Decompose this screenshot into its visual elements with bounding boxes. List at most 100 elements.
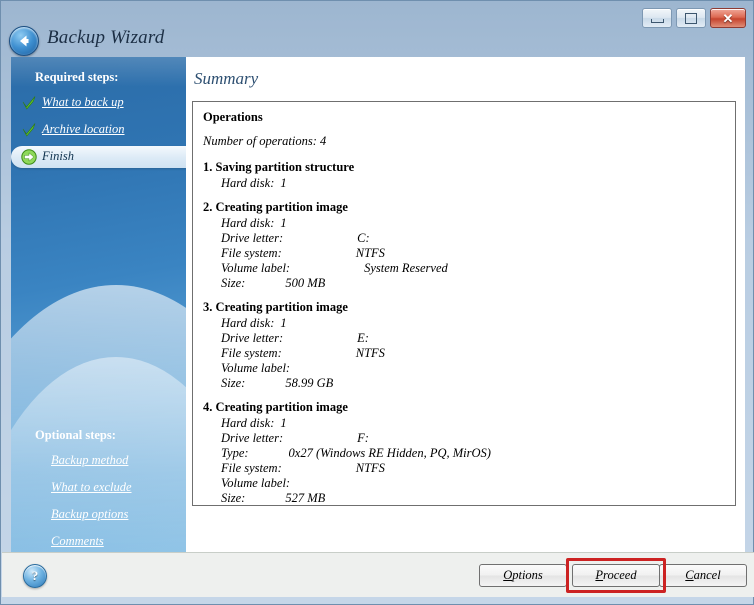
detail-value: F: xyxy=(357,431,369,445)
operation-detail-row: Type: 0x27 (Windows RE Hidden, PQ, MirOS) xyxy=(203,446,731,461)
sidebar-item-backup-method[interactable]: Backup method xyxy=(51,453,128,468)
cancel-accesskey: C xyxy=(685,568,694,582)
check-icon xyxy=(21,95,37,111)
wizard-sidebar: Required steps: What to back up Archive … xyxy=(11,57,186,552)
required-steps-heading: Required steps: xyxy=(35,70,119,84)
detail-value: NTFS xyxy=(355,346,385,360)
detail-value: 1 xyxy=(280,216,287,230)
detail-key: Volume label: xyxy=(221,261,291,275)
operation-detail-row: File system: NTFS xyxy=(203,461,731,476)
sidebar-item-backup-options[interactable]: Backup options xyxy=(51,507,128,522)
detail-key: Size: xyxy=(221,491,246,505)
page-title: Summary xyxy=(194,69,259,88)
operation-entry: 3. Creating partition image Hard disk: 1 Dr… xyxy=(203,300,731,391)
window-title: Backup Wizard xyxy=(47,27,165,48)
help-question-icon[interactable]: ? xyxy=(23,564,47,588)
detail-key: Hard disk: xyxy=(221,176,275,190)
options-accesskey: O xyxy=(503,568,513,582)
backup-wizard-window: Backup Wizard ✕ Required steps: What to … xyxy=(0,0,754,605)
green-arrow-icon xyxy=(21,149,37,165)
help-glyph: ? xyxy=(31,568,39,583)
title-bar: Backup Wizard ✕ xyxy=(1,1,753,56)
operation-detail-row: Size: 527 MB xyxy=(203,491,731,505)
detail-key: File system: xyxy=(221,246,282,260)
sidebar-item-label: What to back up xyxy=(42,95,124,109)
sidebar-item-comments[interactable]: Comments xyxy=(51,534,104,549)
operation-detail-row: Size: 58.99 GB xyxy=(203,376,731,391)
operation-entry: 1. Saving partition structure Hard disk: 1 xyxy=(203,160,731,191)
operation-detail-row: File system: NTFS xyxy=(203,246,731,261)
cancel-button[interactable]: Cancel xyxy=(659,564,747,587)
detail-value: System Reserved xyxy=(364,261,448,275)
operation-detail-row: File system: NTFS xyxy=(203,346,731,361)
operation-title: 4. Creating partition image xyxy=(203,400,348,414)
operation-detail-row: Hard disk: 1 xyxy=(203,416,731,431)
detail-key: Size: xyxy=(221,376,246,390)
operations-list: 1. Saving partition structure Hard disk: 1… xyxy=(203,160,731,505)
detail-key: Volume label: xyxy=(221,361,291,375)
detail-key: Hard disk: xyxy=(221,316,275,330)
detail-value: 500 MB xyxy=(285,276,326,290)
detail-value: 1 xyxy=(280,416,287,430)
operation-detail-row: Drive letter: F: xyxy=(203,431,731,446)
operation-detail-row: Drive letter: E: xyxy=(203,331,731,346)
sidebar-item-what-to-exclude[interactable]: What to exclude xyxy=(51,480,132,495)
detail-key: Drive letter: xyxy=(221,431,284,445)
operation-detail-row: Volume label: System Reserved xyxy=(203,261,731,276)
minimize-glyph xyxy=(643,9,671,27)
options-label: ptions xyxy=(512,568,543,582)
back-arrow-icon[interactable] xyxy=(9,26,39,56)
proceed-label: roceed xyxy=(603,568,637,582)
detail-value: NTFS xyxy=(355,461,385,475)
sidebar-item-what-to-back-up[interactable]: What to back up xyxy=(11,92,186,114)
restore-glyph xyxy=(677,9,705,27)
detail-value: 0x27 (Windows RE Hidden, PQ, MirOS) xyxy=(288,446,491,460)
main-content: Summary Operations Number of operations:… xyxy=(186,57,745,552)
detail-key: Drive letter: xyxy=(221,331,284,345)
detail-key: Volume label: xyxy=(221,476,291,490)
detail-key: Hard disk: xyxy=(221,416,275,430)
detail-key: File system: xyxy=(221,346,282,360)
detail-value: E: xyxy=(357,331,369,345)
detail-key: Hard disk: xyxy=(221,216,275,230)
operations-count: Number of operations: 4 xyxy=(203,134,327,148)
sidebar-item-archive-location[interactable]: Archive location xyxy=(11,119,186,141)
detail-key: File system: xyxy=(221,461,282,475)
detail-value: NTFS xyxy=(355,246,385,260)
detail-value: 1 xyxy=(280,316,287,330)
footer-bar: ? Options Proceed Cancel xyxy=(2,552,754,597)
detail-value: C: xyxy=(357,231,370,245)
operation-detail-row: Hard disk: 1 xyxy=(203,176,731,191)
detail-value: 1 xyxy=(280,176,287,190)
sidebar-item-label: Archive location xyxy=(42,122,125,136)
optional-steps-heading: Optional steps: xyxy=(35,428,116,442)
operation-title: 3. Creating partition image xyxy=(203,300,348,314)
check-icon xyxy=(21,122,37,138)
sidebar-item-finish[interactable]: Finish xyxy=(11,146,186,168)
operation-detail-row: Volume label: xyxy=(203,476,731,491)
operation-detail-row: Drive letter: C: xyxy=(203,231,731,246)
close-icon[interactable]: ✕ xyxy=(710,8,746,28)
proceed-button[interactable]: Proceed xyxy=(572,564,660,587)
operation-title: 2. Creating partition image xyxy=(203,200,348,214)
options-button[interactable]: Options xyxy=(479,564,567,587)
operation-entry: 2. Creating partition image Hard disk: 1 Dr… xyxy=(203,200,731,291)
operation-detail-row: Hard disk: 1 xyxy=(203,216,731,231)
operations-panel-title: Operations xyxy=(203,110,263,124)
operation-detail-row: Volume label: xyxy=(203,361,731,376)
close-glyph: ✕ xyxy=(722,10,734,26)
detail-value: 527 MB xyxy=(285,491,326,505)
operations-panel: Operations Number of operations: 4 1. Sa… xyxy=(192,101,736,506)
detail-value: 58.99 GB xyxy=(285,376,334,390)
operation-entry: 4. Creating partition image Hard disk: 1 Dr… xyxy=(203,400,731,505)
detail-key: Size: xyxy=(221,276,246,290)
detail-key: Drive letter: xyxy=(221,231,284,245)
operation-detail-row: Size: 500 MB xyxy=(203,276,731,291)
detail-key: Type: xyxy=(221,446,249,460)
sidebar-item-label: Finish xyxy=(42,149,74,163)
minimize-icon[interactable] xyxy=(642,8,672,28)
operation-title: 1. Saving partition structure xyxy=(203,160,355,174)
proceed-accesskey: P xyxy=(595,568,604,582)
cancel-label: ancel xyxy=(693,568,721,582)
restore-icon[interactable] xyxy=(676,8,706,28)
